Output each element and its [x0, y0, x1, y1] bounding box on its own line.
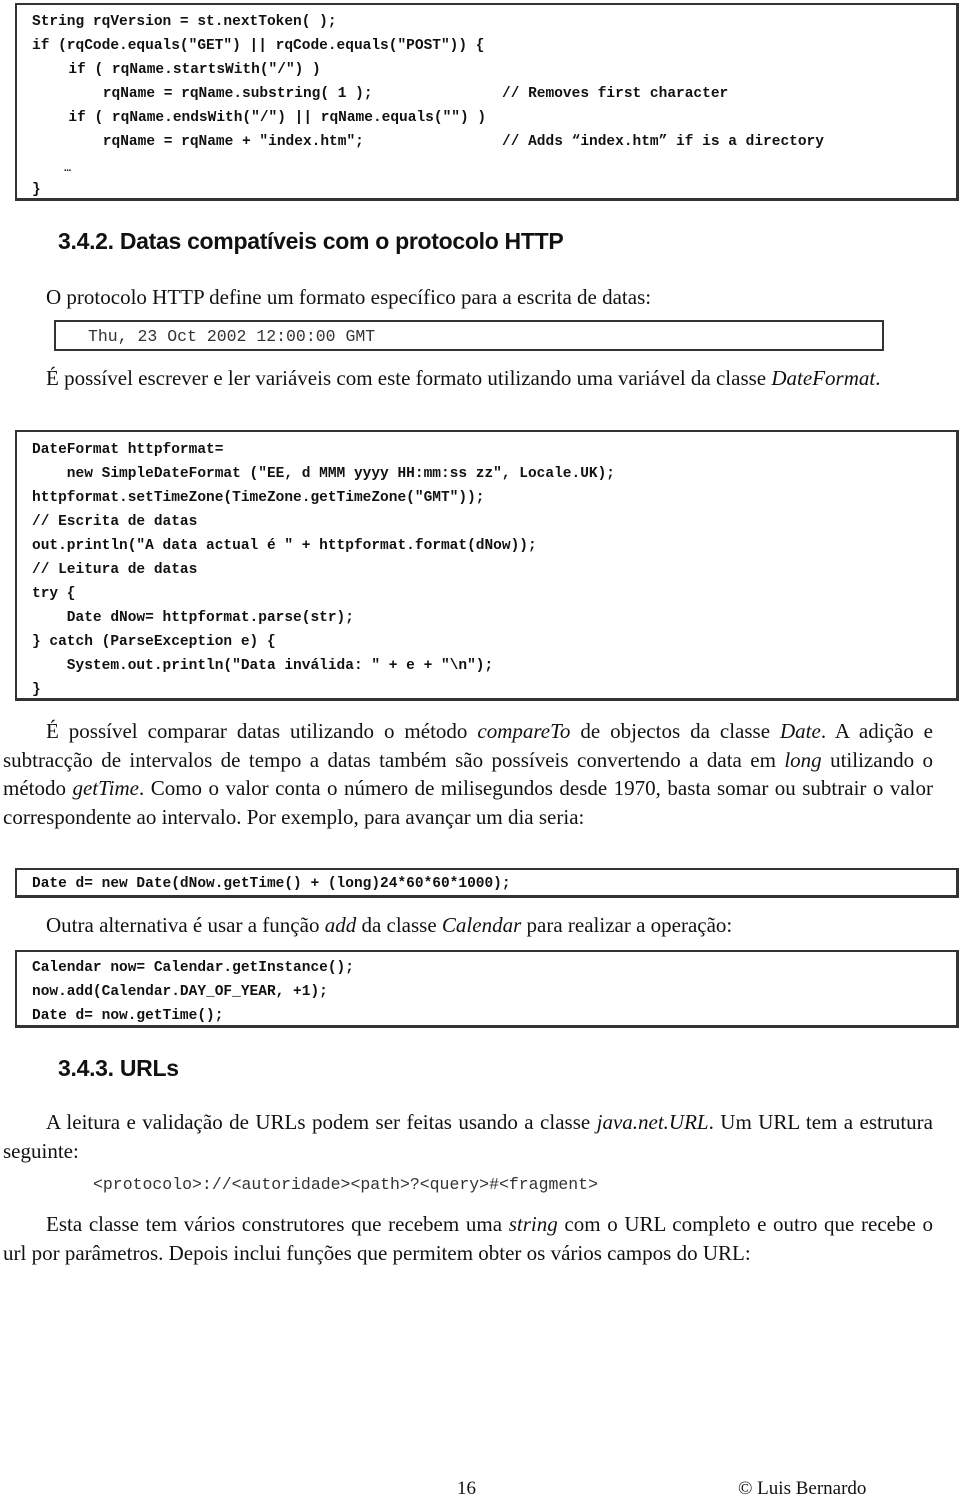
code-line: rqName = rqName.substring( 1 );	[68, 86, 373, 102]
code-ellipsis: …	[51, 163, 71, 175]
section-heading-3-4-3: 3.4.3. URLs	[58, 1055, 179, 1081]
paragraph-text: Esta classe tem vários construtores que …	[46, 1212, 509, 1236]
code-line: try {	[32, 586, 76, 602]
paragraph-text: .	[875, 366, 881, 390]
code-line: Date dNow= httpformat.parse(str);	[32, 610, 354, 626]
code-line: DateFormat httpformat=	[32, 442, 224, 458]
code-line: Date d= new Date(dNow.getTime() + (long)…	[32, 876, 511, 892]
code-comment: // Adds “index.htm” if is a directory	[502, 134, 824, 150]
paragraph-compare-dates: É possível comparar datas utilizando o m…	[3, 717, 933, 831]
type-long: long	[784, 747, 822, 772]
code-block-dateformat: DateFormat httpformat= new SimpleDateFor…	[15, 430, 959, 701]
url-structure: <protocolo>://<autoridade><path>?<query>…	[93, 1175, 598, 1194]
code-line: out.println("A data actual é " + httpfor…	[32, 538, 537, 554]
paragraph-dateformat: É possível escrever e ler variáveis com …	[3, 364, 933, 393]
code-line: if ( rqName.startsWith("/") )	[51, 62, 321, 78]
copyright: © Luis Bernardo	[738, 1478, 867, 1499]
code-line: Calendar now= Calendar.getInstance();	[32, 960, 354, 976]
code-line: String rqVersion = st.nextToken( );	[32, 14, 337, 30]
paragraph-text: Outra alternativa é usar a função	[46, 913, 325, 937]
date-format-example: Thu, 23 Oct 2002 12:00:00 GMT	[88, 327, 376, 346]
paragraph-text: A leitura e validação de URLs podem ser …	[46, 1110, 597, 1134]
paragraph-calendar: Outra alternativa é usar a função add da…	[46, 911, 732, 940]
page-number: 16	[457, 1478, 476, 1499]
code-line: Date d= now.getTime();	[32, 1008, 224, 1024]
class-name-date: Date	[780, 719, 821, 743]
paragraph-text: É possível comparar datas utilizando o m…	[46, 719, 478, 743]
code-block-calendar: Calendar now= Calendar.getInstance(); no…	[15, 950, 959, 1028]
code-line: } catch (ParseException e) {	[32, 634, 276, 650]
type-string: string	[508, 1212, 558, 1236]
code-line: if (rqCode.equals("GET") || rqCode.equal…	[32, 38, 485, 54]
code-line: System.out.println("Data inválida: " + e…	[32, 658, 494, 674]
code-line: }	[32, 182, 41, 198]
method-add: add	[324, 913, 357, 937]
code-line: rqName = rqName + "index.htm";	[68, 134, 364, 150]
code-line: now.add(Calendar.DAY_OF_YEAR, +1);	[32, 984, 328, 1000]
code-line: if ( rqName.endsWith("/") || rqName.equa…	[51, 110, 487, 126]
paragraph-text: de objectos da classe	[570, 719, 781, 743]
paragraph-text: É possível escrever e ler variáveis com …	[46, 366, 772, 390]
paragraph-http-date-intro: O protocolo HTTP define um formato espec…	[46, 285, 652, 309]
class-name-calendar: Calendar	[441, 913, 522, 937]
method-gettime: getTime	[72, 776, 139, 800]
code-comment: // Removes first character	[502, 86, 729, 102]
paragraph-url-intro: A leitura e validação de URLs podem ser …	[3, 1108, 933, 1165]
code-line: new SimpleDateFormat ("EE, d MMM yyyy HH…	[32, 466, 615, 482]
paragraph-text: da classe	[356, 913, 442, 937]
paragraph-url-constructors: Esta classe tem vários construtores que …	[3, 1210, 933, 1267]
code-block-add-day: Date d= new Date(dNow.getTime() + (long)…	[15, 868, 959, 898]
code-block-request-parsing: String rqVersion = st.nextToken( ); if (…	[15, 3, 959, 201]
method-compareto: compareTo	[477, 719, 571, 743]
code-line: httpformat.setTimeZone(TimeZone.getTimeZ…	[32, 490, 485, 506]
paragraph-text: para realizar a operação:	[521, 913, 733, 937]
class-name-dateformat: DateFormat	[771, 366, 876, 390]
section-heading-3-4-2: 3.4.2. Datas compatíveis com o protocolo…	[58, 228, 564, 254]
class-name-java-net-url: java.net.URL	[596, 1110, 709, 1134]
paragraph-text: . Como o valor conta o número de miliseg…	[3, 776, 933, 829]
code-line: // Escrita de datas	[32, 514, 198, 530]
date-format-example-box: Thu, 23 Oct 2002 12:00:00 GMT	[54, 320, 884, 351]
code-line: // Leitura de datas	[32, 562, 198, 578]
code-line: }	[32, 682, 41, 698]
